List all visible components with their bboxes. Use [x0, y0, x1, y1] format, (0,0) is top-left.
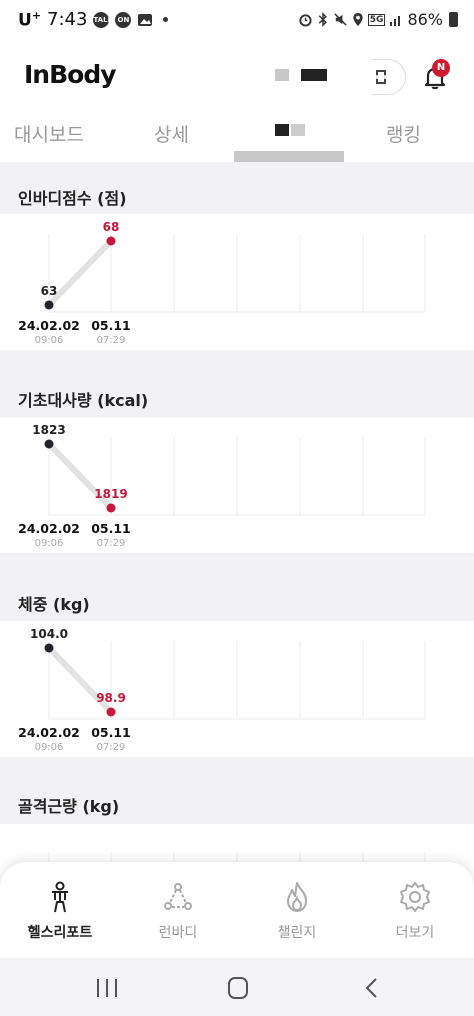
- data-label: 63: [41, 284, 58, 298]
- status-left: U+ 7:43 TALK ON: [18, 9, 169, 31]
- status-bar: U+ 7:43 TALK ON 5G 86%: [0, 0, 474, 40]
- nav-label-runbody: 런바디: [158, 925, 198, 941]
- chart-card-weight[interactable]: 104.0 24.02.02 09:06 98.9 05.11 07:29: [0, 621, 474, 757]
- x-tick-label: 24.02.02: [18, 725, 80, 740]
- carrier: U+: [18, 9, 42, 31]
- data-label: 98.9: [96, 691, 126, 705]
- x-tick-label: 24.02.02: [18, 318, 80, 333]
- health-report-list[interactable]: 인바디점수 (점) 63 24.02.02 09:06 68 05.11 07:29 기초…: [0, 162, 474, 862]
- location-icon: [353, 12, 363, 27]
- nav-label-more: 더보기: [395, 925, 435, 941]
- data-label: 1819: [94, 487, 127, 501]
- x-tick-label: 24.02.02: [18, 521, 80, 536]
- series-line: [46, 238, 114, 308]
- chart-card-inbody-score[interactable]: 63 24.02.02 09:06 68 05.11 07:29: [0, 214, 474, 350]
- back-icon[interactable]: [358, 976, 388, 1000]
- chart-inbody-score: 63 24.02.02 09:06 68 05.11 07:29: [18, 220, 426, 346]
- app-bar: InBody N: [0, 40, 474, 112]
- data-point: [106, 503, 116, 513]
- flame-icon: [287, 882, 307, 912]
- clock: 7:43: [47, 9, 88, 31]
- chart-card-skeletal-muscle[interactable]: [0, 824, 474, 862]
- tab-dashboard[interactable]: 대시보드: [14, 120, 84, 147]
- data-point: [44, 300, 54, 310]
- tab-detail[interactable]: 상세: [154, 120, 189, 147]
- data-point: [44, 643, 54, 653]
- nav-challenge[interactable]: 챌린지: [247, 880, 347, 942]
- system-navigation-bar: [0, 958, 474, 1016]
- data-point: [106, 236, 116, 246]
- talk-icon: TALK: [93, 11, 113, 28]
- data-label: 68: [103, 220, 120, 234]
- nav-label-challenge: 챌린지: [277, 925, 317, 941]
- tab-active-redacted[interactable]: [275, 124, 305, 136]
- signal-icon: [390, 15, 401, 26]
- home-icon[interactable]: [223, 976, 253, 1000]
- chart-weight: 104.0 24.02.02 09:06 98.9 05.11 07:29: [18, 627, 426, 753]
- notification-badge: N: [432, 59, 450, 77]
- health-report-icon: [52, 881, 68, 913]
- more-notifications-dot: [163, 17, 169, 23]
- x-tick-sublabel: 09:06: [35, 335, 64, 346]
- nav-label-health-report: 헬스리포트: [27, 925, 93, 941]
- section-title-weight: 체중 (kg): [18, 595, 90, 614]
- qr-code-icon: [376, 70, 386, 84]
- x-tick-label: 05.11: [91, 725, 131, 740]
- x-tick-label: 05.11: [91, 521, 131, 536]
- data-label: 1823: [32, 423, 65, 437]
- x-tick-sublabel: 07:29: [97, 742, 126, 753]
- nav-more[interactable]: 더보기: [365, 880, 465, 942]
- data-label: 104.0: [30, 627, 68, 641]
- status-right: 5G 86%: [298, 10, 458, 29]
- nav-runbody[interactable]: 런바디: [128, 880, 228, 942]
- x-tick-sublabel: 07:29: [97, 335, 126, 346]
- chart-skeletal-muscle-grid: [48, 852, 426, 862]
- data-point: [44, 439, 54, 449]
- recents-icon[interactable]: [92, 976, 122, 1000]
- image-icon: [138, 13, 153, 26]
- bottom-navigation: 헬스리포트 런바디 챌린지 더보기: [0, 862, 474, 958]
- bluetooth-icon: [318, 12, 327, 27]
- battery-percent: 86%: [407, 10, 443, 29]
- section-title-inbody-score: 인바디점수 (점): [18, 189, 127, 208]
- tab-ranking[interactable]: 랭킹: [386, 120, 421, 147]
- alarm-icon: [299, 14, 312, 27]
- section-title-bmr: 기초대사량 (kcal): [18, 391, 149, 410]
- gear-icon: [400, 882, 430, 912]
- battery-icon: [449, 12, 458, 27]
- mute-icon: [334, 13, 347, 26]
- inbody-logo: InBody: [24, 60, 117, 89]
- x-tick-sublabel: 07:29: [97, 538, 126, 549]
- tab-bar: 대시보드 상세 랭킹: [0, 112, 474, 163]
- section-title-skeletal-muscle: 골격근량 (kg): [18, 797, 120, 816]
- chart-card-bmr[interactable]: 1823 24.02.02 09:06 1819 05.11 07:29: [0, 417, 474, 553]
- runbody-icon: [164, 883, 192, 910]
- 5g-icon: 5G: [367, 13, 386, 26]
- x-tick-label: 05.11: [91, 318, 131, 333]
- nav-health-report[interactable]: 헬스리포트: [10, 880, 110, 942]
- qr-code-button[interactable]: [372, 59, 406, 95]
- chart-bmr: 1823 24.02.02 09:06 1819 05.11 07:29: [18, 423, 426, 549]
- on-icon: ON: [115, 11, 132, 28]
- data-point: [106, 707, 116, 717]
- x-tick-sublabel: 09:06: [35, 742, 64, 753]
- user-name-redacted: [275, 69, 327, 81]
- x-tick-sublabel: 09:06: [35, 538, 64, 549]
